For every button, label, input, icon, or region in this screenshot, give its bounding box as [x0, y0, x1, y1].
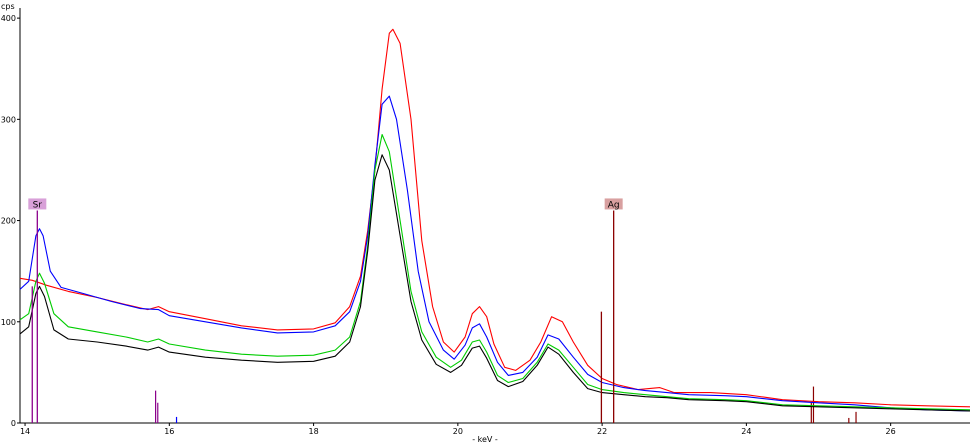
- x-tick-label: 26: [886, 427, 896, 436]
- x-axis-label: - keV -: [472, 435, 498, 444]
- y-tick-label: 100: [1, 318, 16, 327]
- series-line: [19, 154, 971, 412]
- y-ticks: 0 100 200 300 400: [1, 14, 20, 428]
- x-tick-label: 22: [597, 427, 607, 436]
- series-line: [19, 133, 971, 411]
- spectrum-chart: cps - keV - 0 100 200 300 400 14 16 18 20 22 24 26…: [1, 2, 971, 444]
- x-tick-label: 16: [164, 427, 174, 436]
- x-tick-label: 14: [20, 427, 30, 436]
- y-tick-label: 400: [1, 14, 16, 23]
- series-line: [19, 28, 971, 408]
- x-tick-label: 24: [741, 427, 751, 436]
- y-axis-label: cps: [1, 2, 15, 11]
- element-label: Ag: [608, 200, 620, 210]
- x-tick-label: 18: [308, 427, 318, 436]
- element-markers: Sr Ag: [28, 198, 623, 423]
- series-line: [19, 95, 971, 412]
- y-tick-label: 200: [1, 217, 16, 226]
- series-group: [19, 28, 971, 412]
- x-tick-label: 20: [453, 427, 463, 436]
- y-tick-label: 0: [11, 419, 16, 428]
- axes: [19, 8, 970, 424]
- element-label: Sr: [33, 200, 43, 210]
- element-minor-lines: [155, 386, 857, 423]
- x-ticks: 14 16 18 20 22 24 26: [20, 423, 896, 436]
- y-tick-label: 300: [1, 115, 16, 124]
